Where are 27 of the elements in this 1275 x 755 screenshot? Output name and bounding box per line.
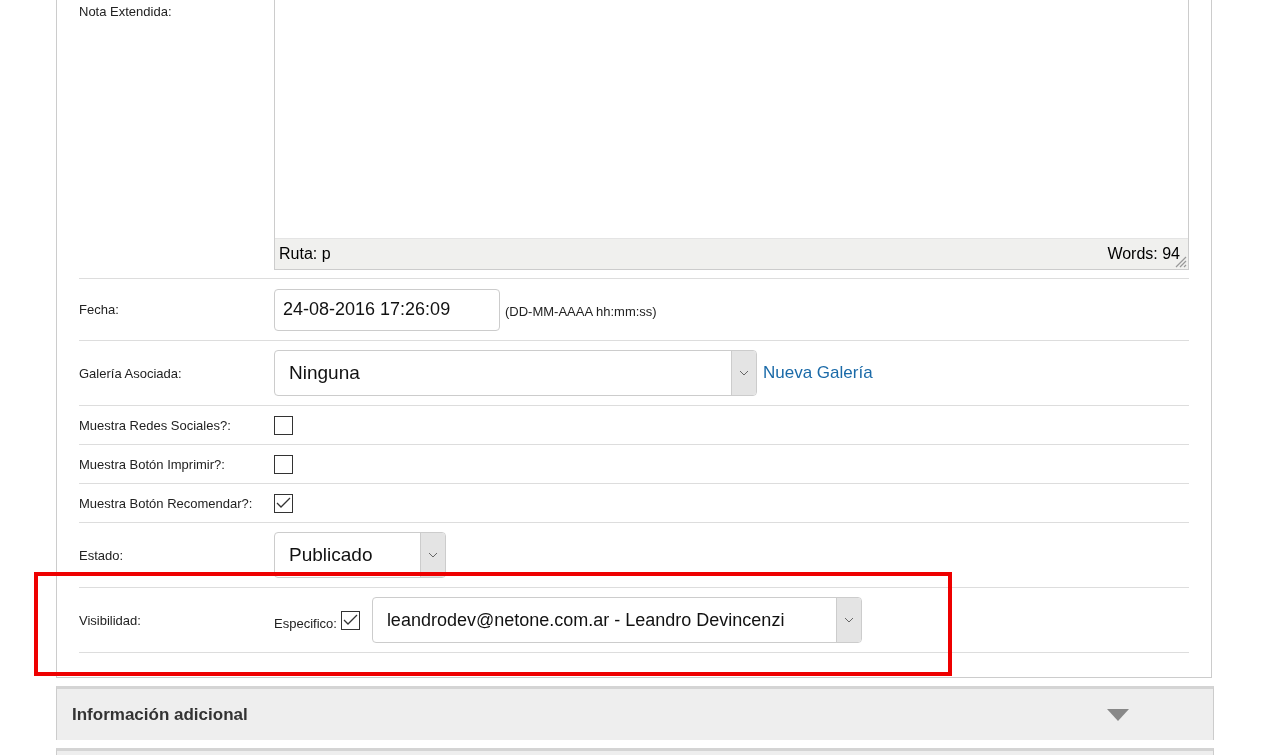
field-label: Nota Extendida: (79, 3, 173, 19)
checkbox[interactable] (274, 415, 293, 435)
field-label: Fecha: (79, 302, 120, 317)
select-dropdown[interactable]: Ninguna (274, 350, 757, 396)
new-gallery-link[interactable]: Nueva Galería (763, 363, 873, 383)
chevron-down-icon (739, 370, 749, 376)
format-hint: (DD-MM-AAAA hh:mm:ss) (505, 304, 657, 319)
field-label: Galería Asociada: (79, 365, 183, 381)
field-label: Estado: (79, 547, 125, 563)
field-label: Visibilidad: (79, 612, 142, 628)
accordion-header[interactable]: Información adicional (56, 686, 1214, 740)
field-label: Muestra Botón Recomendar?: (79, 495, 254, 511)
chevron-down-icon (843, 617, 854, 623)
checkbox[interactable] (274, 454, 293, 474)
checkbox[interactable] (340, 610, 360, 630)
field-label: Muestra Redes Sociales?: (79, 417, 232, 433)
checkbox[interactable] (274, 493, 293, 513)
rich-text-editor[interactable]: Ruta: p Words: 94 (274, 0, 1189, 270)
field-label: Muestra Botón Imprimir?: (79, 456, 226, 472)
triangle-down-icon (1107, 708, 1129, 721)
word-count: Words: 94 (1107, 245, 1180, 263)
element-path: Ruta: p (279, 245, 331, 263)
chevron-down-icon (428, 552, 438, 558)
checkbox-label: Especifico: (274, 615, 337, 631)
date-input[interactable]: 24-08-2016 17:26:09 (274, 288, 500, 331)
user-select-dropdown[interactable]: leandrodev@netone.com.ar - Leandro Devincenzi (371, 597, 862, 643)
select-dropdown[interactable]: Publicado (274, 532, 446, 578)
